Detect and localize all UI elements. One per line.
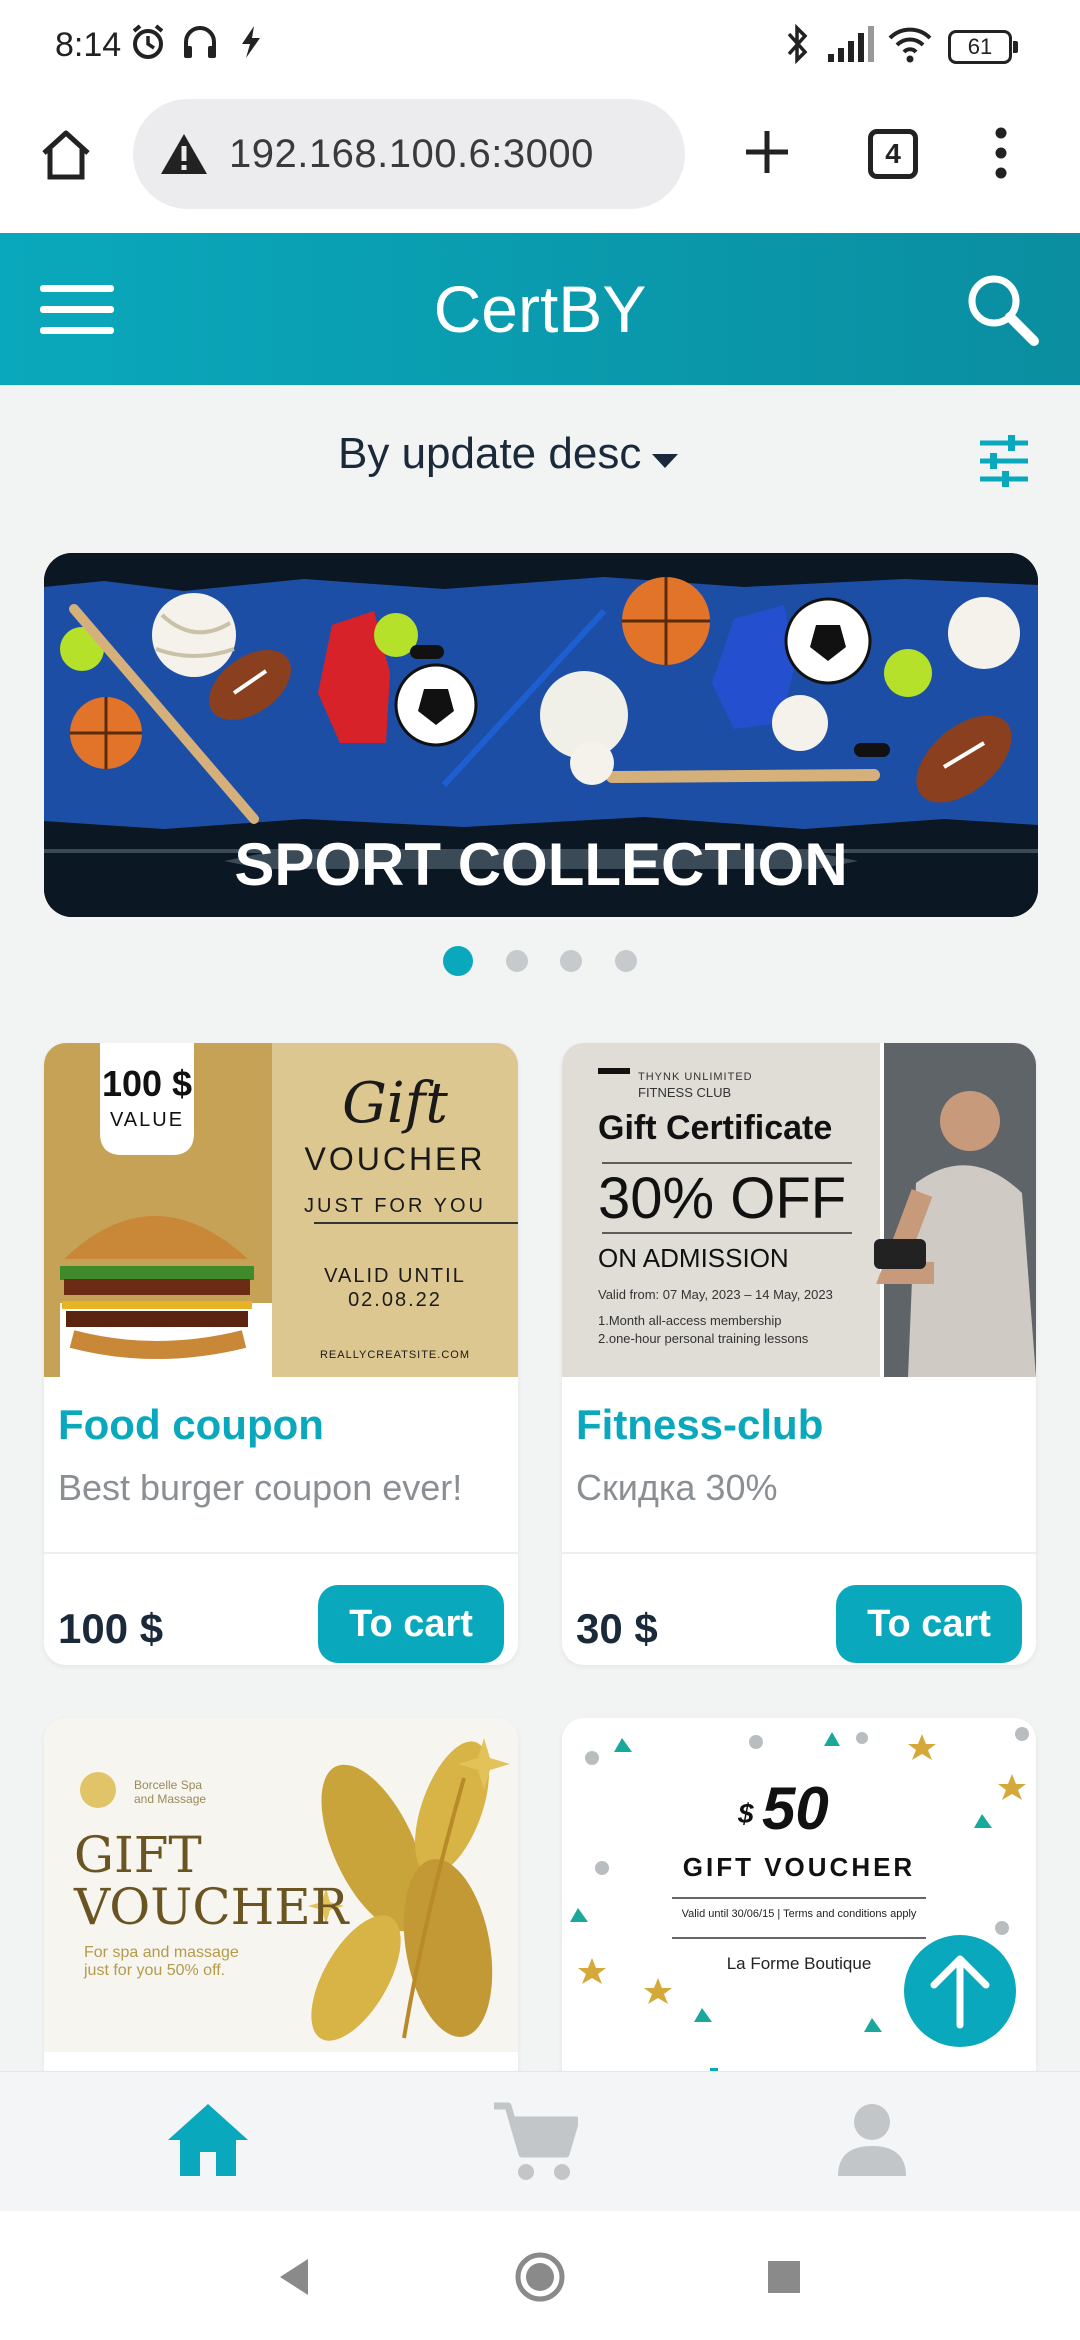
voucher-currency: $ — [738, 1798, 754, 1829]
certificate-sub: ON ADMISSION — [598, 1243, 789, 1273]
carousel-dot-4[interactable] — [615, 950, 637, 972]
status-bar: 8:14 61 — [0, 0, 1080, 95]
profile-nav-icon[interactable] — [836, 2102, 908, 2176]
club-brand-line2: FITNESS CLUB — [638, 1085, 732, 1100]
arrow-up-icon — [930, 1955, 990, 2029]
bluetooth-icon — [787, 23, 808, 65]
home-icon[interactable] — [38, 127, 94, 183]
address-bar[interactable]: 192.168.100.6:3000 — [133, 99, 685, 209]
club-brand-line1: THYNK UNLIMITED — [638, 1071, 753, 1083]
add-to-cart-button[interactable]: To cart — [836, 1585, 1022, 1663]
spa-heading-line2: VOUCHER — [74, 1878, 349, 1936]
product-price: 100 $ — [58, 1605, 164, 1652]
system-navigation-bar — [0, 2211, 1080, 2340]
badge-label: VALUE — [109, 1109, 185, 1131]
scroll-to-top-button[interactable] — [904, 1935, 1016, 2047]
sport-collection-image: SPORT COLLECTION — [44, 553, 1038, 917]
spa-heading-line1: GIFT — [74, 1826, 202, 1884]
more-options-icon[interactable] — [986, 123, 1016, 183]
carousel-dot-2[interactable] — [506, 950, 528, 972]
certificate-perk-1: 1.Month all-access membership — [598, 1313, 782, 1328]
search-icon[interactable] — [962, 269, 1042, 349]
tab-switcher-button[interactable]: 4 — [868, 129, 918, 179]
tab-count: 4 — [885, 138, 901, 169]
browser-toolbar: 192.168.100.6:3000 4 — [0, 95, 1080, 233]
carousel-dot-1[interactable] — [443, 946, 473, 976]
recents-icon[interactable] — [766, 2259, 802, 2295]
certificate-valid: Valid from: 07 May, 2023 – 14 May, 2023 — [598, 1287, 833, 1302]
headphones-icon — [184, 26, 216, 58]
home-circle-icon[interactable] — [514, 2251, 566, 2303]
product-image: Borcelle Spa and Massage GIFT VOUCHER Fo… — [44, 1718, 518, 2052]
certificate-perk-2: 2.one-hour personal training lessons — [598, 1331, 809, 1346]
card-divider — [562, 1552, 1036, 1554]
product-card[interactable]: 100 $ VALUE Gift VOUCHER JUST FOR YOU VA… — [44, 1043, 518, 1665]
certificate-offer: 30% OFF — [598, 1166, 847, 1231]
spa-brand-line2: and Massage — [134, 1792, 207, 1806]
app-title: CertBY — [433, 272, 647, 346]
chevron-down-icon — [652, 454, 678, 468]
spa-brand-line1: Borcelle Spa — [134, 1778, 203, 1792]
voucher-heading: GIFT VOUCHER — [682, 1852, 916, 1882]
add-to-cart-button[interactable]: To cart — [318, 1585, 504, 1663]
certificate-heading: Gift Certificate — [598, 1109, 833, 1147]
product-card[interactable]: Borcelle Spa and Massage GIFT VOUCHER Fo… — [44, 1718, 518, 2118]
banner-caption: SPORT COLLECTION — [234, 831, 847, 898]
cart-nav-icon[interactable] — [492, 2100, 578, 2184]
back-icon[interactable] — [276, 2257, 312, 2297]
signal-icon — [828, 26, 874, 62]
warning-icon — [161, 134, 207, 174]
sort-label: By update desc — [338, 429, 642, 478]
voucher-heading: VOUCHER — [304, 1141, 486, 1177]
product-price: 30 $ — [576, 1605, 658, 1652]
voucher-amount: 50 — [762, 1775, 829, 1842]
card-divider — [44, 1552, 518, 1554]
product-description: Best burger coupon ever! — [58, 1467, 463, 1508]
home-nav-icon[interactable] — [166, 2102, 250, 2178]
filter-settings-icon[interactable] — [976, 433, 1032, 489]
voucher-site: REALLYCREATSITE.COM — [319, 1349, 470, 1361]
sort-row: By update desc — [0, 385, 1080, 535]
voucher-valid-line2: 02.08.22 — [348, 1289, 442, 1311]
spa-note-line2: just for you 50% off. — [84, 1962, 226, 1979]
product-image: THYNK UNLIMITED FITNESS CLUB Gift Certif… — [562, 1043, 1036, 1377]
product-card[interactable]: THYNK UNLIMITED FITNESS CLUB Gift Certif… — [562, 1043, 1036, 1665]
product-image: 100 $ VALUE Gift VOUCHER JUST FOR YOU VA… — [44, 1043, 518, 1377]
wifi-icon — [888, 27, 932, 63]
carousel-dot-3[interactable] — [560, 950, 582, 972]
voucher-valid-line1: VALID UNTIL — [324, 1265, 466, 1287]
url-text: 192.168.100.6:3000 — [229, 132, 594, 176]
sort-dropdown[interactable]: By update desc — [330, 415, 690, 495]
carousel-indicators — [0, 946, 1080, 976]
voucher-terms: Valid until 30/06/15 | Terms and conditi… — [681, 1908, 917, 1920]
product-description: Скидка 30% — [576, 1467, 778, 1508]
promo-banner[interactable]: SPORT COLLECTION — [44, 553, 1038, 917]
app-header: CertBY — [0, 233, 1080, 385]
product-title[interactable]: Fitness-club — [576, 1401, 823, 1449]
status-time: 8:14 — [55, 26, 122, 64]
voucher-script-heading: Gift — [342, 1071, 448, 1136]
battery-level: 61 — [967, 34, 993, 59]
alarm-icon — [132, 24, 164, 59]
product-card[interactable]: $ 50 GIFT VOUCHER Valid until 30/06/15 |… — [562, 1718, 1036, 2118]
flash-icon — [242, 26, 260, 58]
badge-amount: 100 $ — [101, 1063, 193, 1104]
battery-icon: 61 — [948, 30, 1018, 64]
bottom-navigation — [0, 2071, 1080, 2211]
new-tab-icon[interactable] — [740, 125, 794, 179]
voucher-tagline: JUST FOR YOU — [304, 1195, 486, 1217]
product-title[interactable]: Food coupon — [58, 1401, 324, 1449]
spa-note-line1: For spa and massage — [84, 1944, 239, 1961]
